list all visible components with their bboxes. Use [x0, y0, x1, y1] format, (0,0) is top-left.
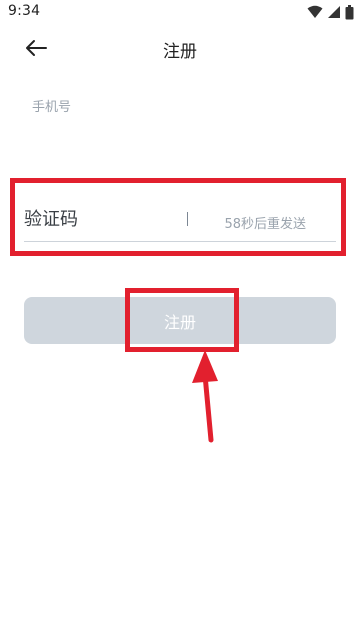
resend-code-button[interactable]: 58秒后重发送 — [224, 213, 306, 232]
status-icons — [307, 4, 354, 20]
status-time: 9:34 — [8, 3, 41, 19]
verification-code-row: 58秒后重发送 — [24, 195, 336, 245]
verification-code-input[interactable] — [24, 205, 174, 233]
wifi-icon — [307, 5, 323, 18]
status-bar: 9:34 — [0, 0, 360, 24]
register-screen: 9:34 注册 手机号 58秒后重发送 注 — [0, 0, 360, 639]
cellular-icon — [328, 6, 340, 18]
input-underline — [24, 241, 336, 242]
phone-field[interactable]: 手机号 — [32, 96, 71, 115]
page-title: 注册 — [163, 42, 197, 62]
top-bar: 注册 — [0, 24, 360, 72]
register-button[interactable]: 注册 — [24, 297, 336, 344]
divider — [187, 212, 188, 226]
battery-icon — [345, 4, 354, 19]
annotation-arrow — [192, 350, 218, 443]
